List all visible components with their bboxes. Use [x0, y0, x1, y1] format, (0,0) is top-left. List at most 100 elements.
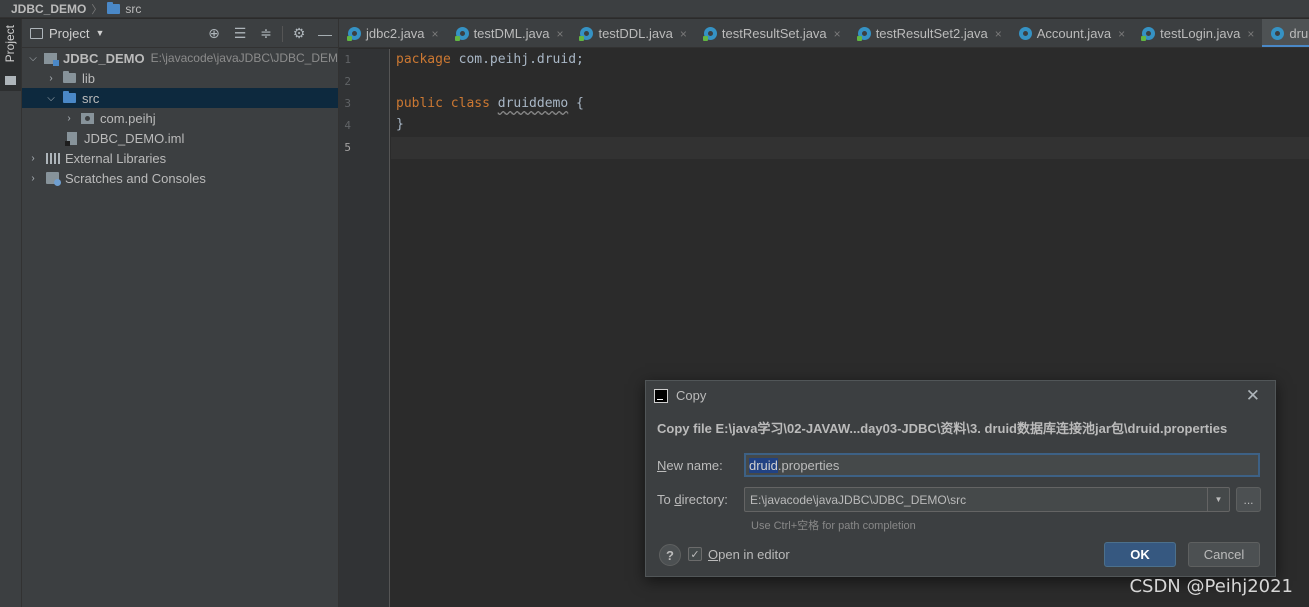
line-number: 5: [344, 141, 351, 154]
tree-item-package[interactable]: › com.peihj: [22, 108, 338, 128]
to-directory-combo[interactable]: E:\javacode\javaJDBC\JDBC_DEMO\src ▼: [744, 487, 1230, 512]
browse-button[interactable]: ...: [1236, 487, 1261, 512]
tree-item-iml[interactable]: JDBC_DEMO.iml: [22, 128, 338, 148]
ide-window: JDBC_DEMO 〉 src Project Project ▼ ⊕ ☰ ≑ …: [0, 0, 1309, 607]
new-name-input[interactable]: druid .properties: [744, 453, 1260, 477]
chevron-down-icon[interactable]: ▼: [1207, 488, 1229, 511]
dialog-title-bar[interactable]: Copy ✕: [646, 381, 1275, 410]
tab-testdml[interactable]: testDML.java ×: [447, 19, 572, 47]
chevron-down-icon[interactable]: ⌵: [44, 93, 58, 104]
project-panel-header: Project ▼ ⊕ ☰ ≑ ⚙ —: [22, 19, 338, 48]
tab-label: testResultSet.java: [721, 26, 827, 41]
project-tool-tab-label: Project: [3, 25, 17, 63]
collapse-all-icon[interactable]: ≑: [253, 19, 279, 48]
project-toolbar: ⊕ ☰ ≑ ⚙ —: [201, 19, 338, 48]
open-in-editor-label[interactable]: Open in editor: [708, 547, 790, 562]
locate-icon[interactable]: ⊕: [201, 19, 227, 48]
java-class-icon: [1018, 27, 1032, 40]
code-text: com.peihj.druid;: [450, 52, 584, 67]
tab-label: testDDL.java: [598, 26, 673, 41]
tree-item-scratches[interactable]: › Scratches and Consoles: [22, 168, 338, 188]
code-text: {: [568, 96, 584, 111]
tree-item-label: src: [82, 90, 100, 106]
project-view-selector[interactable]: Project: [49, 26, 89, 41]
code-line-3: public class druiddemo {: [396, 96, 584, 111]
close-icon[interactable]: ×: [995, 27, 1002, 41]
chevron-down-icon[interactable]: ▼: [95, 28, 104, 38]
tab-jdbc2[interactable]: jdbc2.java ×: [339, 19, 447, 47]
tree-item-label: JDBC_DEMO: [62, 50, 145, 66]
dialog-message: Copy file E:\java学习\02-JAVAW...day03-JDB…: [657, 421, 1228, 436]
close-icon[interactable]: ×: [556, 27, 563, 41]
dialog-title: Copy: [676, 388, 707, 403]
breadcrumb-folder[interactable]: src: [125, 2, 141, 16]
tree-item-path: E:\javacode\javaJDBC\JDBC_DEM: [150, 51, 338, 65]
code-text: }: [396, 117, 404, 132]
current-line-highlight: [391, 137, 1309, 159]
java-class-icon: [1271, 27, 1285, 40]
tree-item-lib[interactable]: › lib: [22, 68, 338, 88]
tab-account[interactable]: Account.java ×: [1010, 19, 1133, 47]
close-icon[interactable]: ✕: [1246, 386, 1260, 406]
help-button[interactable]: ?: [659, 544, 681, 566]
tab-testlogin[interactable]: testLogin.java ×: [1133, 19, 1262, 47]
tab-label: Account.java: [1036, 26, 1112, 41]
cancel-button[interactable]: Cancel: [1188, 542, 1260, 567]
project-tool-tab[interactable]: Project: [0, 19, 21, 91]
tree-item-src[interactable]: ⌵ src: [22, 88, 338, 108]
java-class-icon: [347, 27, 361, 41]
tab-druiddemo[interactable]: druid: [1262, 19, 1309, 47]
chevron-right-icon[interactable]: ›: [44, 73, 58, 84]
watermark: CSDN @Peihj2021: [1129, 576, 1293, 597]
left-tool-strip: Project: [0, 19, 22, 607]
line-number: 3: [344, 97, 351, 110]
tab-testddl[interactable]: testDDL.java ×: [571, 19, 694, 47]
gear-icon[interactable]: ⚙: [286, 19, 312, 48]
ok-button[interactable]: OK: [1104, 542, 1176, 567]
scratches-icon: [46, 172, 61, 186]
breadcrumb-project[interactable]: JDBC_DEMO: [11, 2, 86, 16]
chevron-right-icon[interactable]: ›: [26, 173, 40, 184]
label-text: pen in editor: [718, 547, 790, 562]
close-icon[interactable]: ×: [834, 27, 841, 41]
iml-file-icon: [65, 131, 77, 146]
mnemonic: d: [674, 492, 682, 507]
module-icon: [43, 52, 59, 66]
line-number-gutter: 1 2 3 4 5: [339, 49, 390, 607]
checkmark-icon: ✓: [690, 548, 700, 561]
close-icon[interactable]: ×: [680, 27, 687, 41]
tab-testresultset[interactable]: testResultSet.java ×: [695, 19, 849, 47]
folder-icon: [5, 76, 16, 85]
breadcrumb: JDBC_DEMO 〉 src: [0, 0, 1309, 18]
chevron-down-icon[interactable]: ⌵: [26, 53, 40, 64]
minimize-icon[interactable]: —: [312, 19, 338, 48]
line-number: 1: [344, 53, 351, 66]
open-in-editor-checkbox[interactable]: ✓: [688, 547, 702, 561]
java-class-icon: [702, 27, 717, 41]
folder-icon: [107, 1, 121, 14]
java-class-icon: [454, 27, 469, 41]
tree-item-root[interactable]: ⌵ JDBC_DEMO E:\javacode\javaJDBC\JDBC_DE…: [22, 48, 338, 68]
expand-all-icon[interactable]: ☰: [227, 19, 253, 48]
java-class-icon: [856, 27, 871, 41]
tab-testresultset2[interactable]: testResultSet2.java ×: [849, 19, 1010, 47]
breadcrumb-separator-icon: 〉: [91, 3, 103, 16]
code-line-1: package com.peihj.druid;: [396, 52, 584, 67]
keyword: package: [396, 52, 451, 67]
tree-item-label: JDBC_DEMO.iml: [84, 130, 185, 146]
editor-tabs: jdbc2.java × testDML.java × testDDL.java…: [339, 19, 1309, 48]
intellij-logo-icon: [654, 389, 668, 403]
tree-item-external-libraries[interactable]: › External Libraries: [22, 148, 338, 168]
project-panel: Project ▼ ⊕ ☰ ≑ ⚙ — ⌵ JDBC_DEMO E:\javac…: [22, 19, 339, 607]
selected-text: druid: [749, 457, 778, 473]
close-icon[interactable]: ×: [1118, 27, 1125, 41]
close-icon[interactable]: ×: [1247, 27, 1254, 41]
chevron-right-icon[interactable]: ›: [62, 113, 76, 124]
chevron-right-icon[interactable]: ›: [26, 153, 40, 164]
tab-label: druid: [1289, 26, 1309, 41]
mnemonic: O: [708, 547, 719, 562]
close-icon[interactable]: ×: [432, 27, 439, 41]
path-completion-hint: Use Ctrl+空格 for path completion: [751, 520, 916, 532]
label-text: To: [657, 492, 675, 507]
mnemonic: N: [657, 458, 667, 473]
